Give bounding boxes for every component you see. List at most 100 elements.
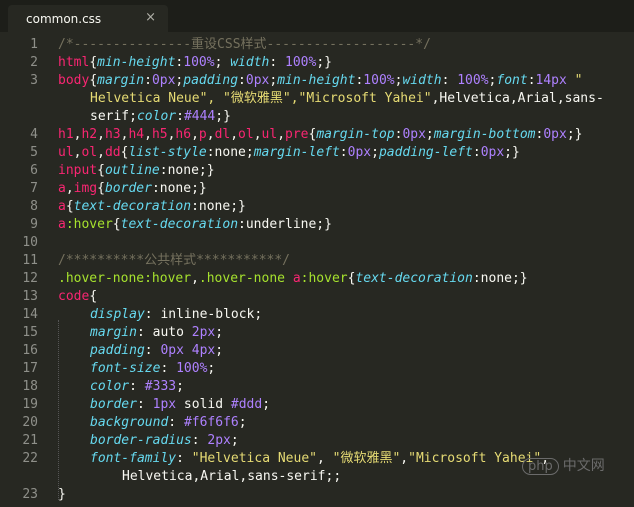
code-token: dl — [214, 127, 231, 142]
line-number: 10 — [22, 235, 38, 250]
tab-label: common.css — [26, 12, 102, 26]
tab-common-css[interactable]: common.css × — [8, 5, 168, 32]
code-token: text-decoration — [120, 217, 239, 232]
code-line[interactable]: margin: auto 2px; — [58, 324, 223, 342]
code-token: padding-left — [378, 145, 473, 160]
code-token: margin-left — [253, 145, 340, 160]
code-token: h3 — [104, 127, 121, 142]
code-line[interactable]: } — [58, 486, 66, 504]
code-token: font — [496, 73, 528, 88]
code-line[interactable]: code{ — [58, 288, 97, 306]
code-line[interactable]: a{text-decoration:none;} — [58, 198, 246, 216]
code-token: ; — [214, 55, 231, 70]
code-token: { — [112, 217, 121, 232]
watermark-site: 中文网 — [562, 458, 605, 474]
code-token: : — [472, 145, 481, 160]
code-line[interactable]: h1,h2,h3,h4,h5,h6,p,dl,ol,ul,pre{margin-… — [58, 126, 582, 144]
code-token: margin-top — [316, 127, 395, 142]
code-token: margin-bottom — [433, 127, 536, 142]
line-number: 21 — [22, 433, 38, 448]
code-token: : — [339, 145, 348, 160]
code-line[interactable]: Helvetica Neue", "微软雅黑","Microsoft Yahei… — [58, 90, 604, 108]
code-line[interactable]: display: inline-block; — [58, 306, 262, 324]
code-token: , — [144, 127, 152, 142]
code-token: solid — [176, 397, 231, 412]
code-line[interactable]: Helvetica,Arial,sans-serif;; — [58, 468, 341, 486]
code-line[interactable]: border: 1px solid #ddd; — [58, 396, 270, 414]
code-line[interactable]: font-size: 100%; — [58, 360, 215, 378]
code-token: min-height — [277, 73, 356, 88]
code-line[interactable]: serif;color:#444;} — [58, 108, 231, 126]
code-token: : — [168, 415, 184, 430]
watermark: php 中文网 — [522, 455, 605, 475]
code-token: padding — [183, 73, 239, 88]
code-token: : inline-block; — [144, 307, 263, 322]
code-line[interactable]: font-family: "Helvetica Neue", "微软雅黑","M… — [58, 450, 549, 468]
line-number: 6 — [30, 163, 38, 178]
code-token: " — [566, 73, 583, 88]
code-line[interactable]: /**********公共样式***********/ — [58, 252, 290, 270]
code-token: Helvetica Neue", "微软雅黑","Microsoft Yahei… — [90, 91, 432, 106]
line-number: 4 — [30, 127, 38, 142]
code-token: :none;} — [151, 181, 207, 196]
code-line[interactable]: a:hover{text-decoration:underline;} — [58, 216, 332, 234]
code-token: ;} — [504, 145, 520, 160]
code-token: width — [402, 73, 442, 88]
line-number: 5 — [30, 145, 38, 160]
code-token: :hover — [300, 271, 348, 286]
code-token: ; — [262, 397, 271, 412]
code-token: { — [89, 55, 98, 70]
code-line[interactable]: .hover-none:hover,.hover-none a:hover{te… — [58, 270, 528, 288]
code-token: code — [58, 289, 90, 304]
line-number: 14 — [22, 307, 38, 322]
code-line[interactable]: border-radius: 2px; — [58, 432, 239, 450]
code-token: , — [97, 127, 105, 142]
code-token: font-family — [90, 451, 177, 466]
code-token: :underline;} — [238, 217, 332, 232]
code-token: h6 — [175, 127, 192, 142]
code-token: 0px — [480, 145, 505, 160]
code-token: ; — [207, 361, 216, 376]
code-line[interactable]: padding: 0px 4px; — [58, 342, 223, 360]
code-editor[interactable]: 1 2 3 4 5 6 7 8 9 10 11 12 13 14 15 16 17 18 19 20 21 22 23 /*… — [0, 32, 634, 507]
code-token: a — [58, 181, 66, 196]
code-token: 0px — [347, 145, 372, 160]
code-token: 2px — [191, 325, 216, 340]
code-line[interactable]: input{outline:none;} — [58, 162, 215, 180]
code-line[interactable]: /*---------------重设CSS样式----------------… — [58, 36, 431, 54]
line-number: 7 — [30, 181, 38, 196]
code-line[interactable]: html{min-height:100%; width: 100%;} — [58, 54, 332, 72]
code-token: } — [58, 487, 66, 502]
code-token: h5 — [151, 127, 168, 142]
code-line[interactable]: ul,ol,dd{list-style:none;margin-left:0px… — [58, 144, 520, 162]
code-token: 2px — [207, 433, 231, 448]
code-token: h1 — [58, 127, 74, 142]
code-token: : — [176, 451, 192, 466]
code-token: 0px — [402, 127, 426, 142]
code-token: { — [89, 73, 98, 88]
code-line[interactable]: body{margin:0px;padding:0px;min-height:1… — [58, 72, 582, 90]
code-token: : — [269, 55, 286, 70]
code-token: , — [253, 127, 262, 142]
watermark-logo: php — [522, 458, 559, 475]
code-token: 0px — [160, 343, 184, 358]
line-number-gutter: 1 2 3 4 5 6 7 8 9 10 11 12 13 14 15 16 17 18 19 20 21 22 23 — [0, 32, 42, 507]
code-token: a — [58, 199, 66, 214]
close-icon[interactable]: × — [145, 10, 156, 25]
code-token: #333 — [144, 379, 177, 394]
code-token: , — [97, 145, 105, 160]
code-token: : — [238, 73, 246, 88]
code-token: ; — [215, 325, 224, 340]
code-token: padding — [90, 343, 145, 358]
line-number: 15 — [22, 325, 38, 340]
code-token: , — [400, 451, 409, 466]
code-token: color — [136, 109, 177, 124]
code-line[interactable]: color: #333; — [58, 378, 184, 396]
code-token: ; — [371, 145, 379, 160]
code-area[interactable]: /*---------------重设CSS样式----------------… — [58, 32, 634, 507]
line-number: 13 — [22, 289, 38, 304]
code-line[interactable]: background: #f6f6f6; — [58, 414, 247, 432]
code-token: /**********公共样式***********/ — [58, 253, 291, 268]
code-line[interactable]: a,img{border:none;} — [58, 180, 207, 198]
